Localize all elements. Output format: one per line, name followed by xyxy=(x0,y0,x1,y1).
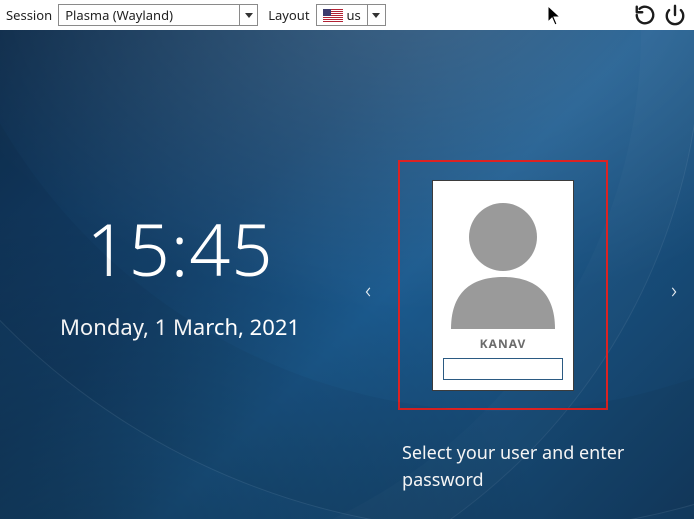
reload-button[interactable] xyxy=(632,2,658,28)
power-icon xyxy=(664,4,686,26)
person-icon xyxy=(441,189,565,329)
avatar xyxy=(441,189,565,329)
top-bar: Session Plasma (Wayland) Layout us xyxy=(0,0,694,30)
user-card[interactable]: KANAV xyxy=(432,180,574,391)
chevron-down-icon xyxy=(239,5,257,25)
chevron-left-icon: ‹ xyxy=(365,275,371,305)
clock-date: Monday, 1 March, 2021 xyxy=(20,312,340,342)
reload-icon xyxy=(634,4,656,26)
session-label: Session xyxy=(6,6,52,24)
next-user-button[interactable]: › xyxy=(662,270,686,310)
chevron-right-icon: › xyxy=(671,275,677,305)
chevron-down-icon xyxy=(367,5,385,25)
password-input[interactable] xyxy=(443,358,563,380)
power-button[interactable] xyxy=(662,2,688,28)
login-prompt: Select your user and enter password xyxy=(402,440,662,494)
username-label: KANAV xyxy=(480,335,527,352)
prev-user-button[interactable]: ‹ xyxy=(356,270,380,310)
session-select-value: Plasma (Wayland) xyxy=(59,5,239,25)
session-select[interactable]: Plasma (Wayland) xyxy=(58,4,258,26)
login-background: 15:45 Monday, 1 March, 2021 ‹ › KANAV Se… xyxy=(0,30,694,519)
layout-select-value: us xyxy=(347,6,361,24)
clock-time: 15:45 xyxy=(20,200,340,298)
layout-select[interactable]: us xyxy=(316,4,386,26)
user-highlight-frame: KANAV xyxy=(398,160,608,410)
us-flag-icon xyxy=(323,9,343,22)
clock-area: 15:45 Monday, 1 March, 2021 xyxy=(20,200,340,342)
layout-label: Layout xyxy=(268,6,309,24)
